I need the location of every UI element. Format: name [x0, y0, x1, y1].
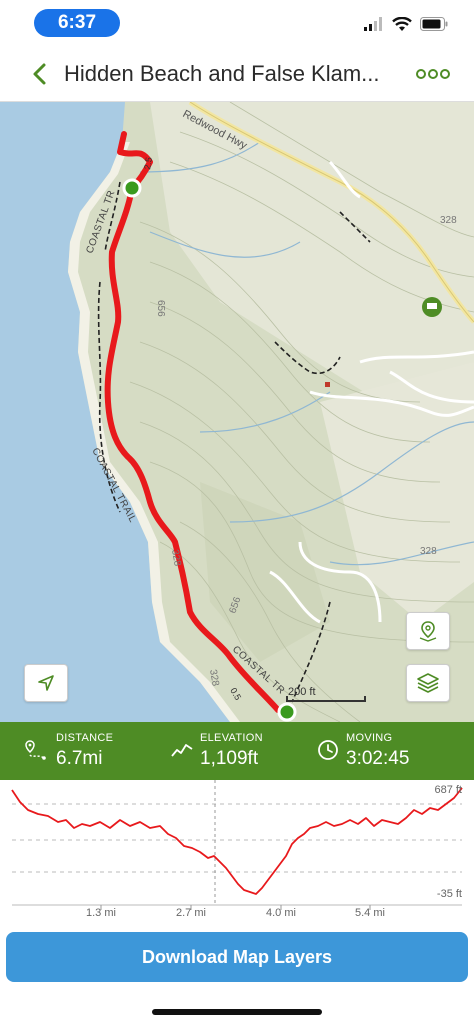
- contour-label: 328: [440, 215, 457, 226]
- page-title: Hidden Beach and False Klam...: [64, 61, 380, 86]
- elevation-min-label: -35 ft: [436, 888, 462, 900]
- elevation-value: 1,109ft: [200, 748, 259, 769]
- stat-elevation: ELEVATION 1,109ft: [160, 722, 310, 780]
- nav-header: Hidden Beach and False Klam...: [0, 46, 474, 102]
- trail-map[interactable]: Redwood Hwy COASTAL TR COASTAL TRAIL COA…: [0, 102, 474, 722]
- x-tick-label: 1.3 mi: [86, 907, 116, 919]
- elevation-label: ELEVATION: [200, 732, 263, 744]
- location-arrow-icon: [38, 675, 54, 691]
- distance-value: 6.7mi: [56, 748, 103, 769]
- map-pin-button[interactable]: [406, 612, 450, 650]
- elevation-chart-svg: [11, 780, 463, 910]
- elevation-icon: [171, 744, 193, 757]
- elevation-max-label: 687 ft: [434, 784, 462, 796]
- moving-value: 3:02:45: [346, 748, 410, 769]
- home-indicator: [152, 1009, 322, 1015]
- mile-marker: 2.5: [142, 156, 154, 170]
- stat-distance: DISTANCE 6.7mi: [0, 722, 160, 780]
- distance-label: DISTANCE: [56, 732, 114, 744]
- status-time: 6:37: [34, 9, 120, 37]
- map-canvas[interactable]: Redwood Hwy COASTAL TR COASTAL TRAIL COA…: [0, 102, 474, 722]
- more-dots-icon: [416, 69, 450, 79]
- cellular-signal-icon: [364, 17, 382, 31]
- elevation-profile[interactable]: 687 ft -35 ft 1.3 mi 2.7 mi 4.0 mi 5.4 m…: [0, 780, 474, 920]
- clock-icon: [318, 740, 338, 760]
- moving-label: MOVING: [346, 732, 393, 744]
- contour-label: 328: [420, 546, 437, 557]
- map-pin-icon: [419, 621, 437, 642]
- x-tick-label: 2.7 mi: [176, 907, 206, 919]
- trail-stats-bar: DISTANCE 6.7mi ELEVATION 1,109ft MOVING …: [0, 722, 474, 780]
- x-tick-label: 5.4 mi: [355, 907, 385, 919]
- battery-icon: [420, 17, 448, 31]
- chevron-left-icon: [33, 63, 46, 85]
- x-tick-label: 4.0 mi: [266, 907, 296, 919]
- stat-moving: MOVING 3:02:45: [310, 722, 474, 780]
- download-map-layers-button[interactable]: Download Map Layers: [6, 932, 468, 982]
- status-icons: [364, 14, 448, 34]
- layers-icon: [417, 673, 439, 693]
- more-options-button[interactable]: [416, 64, 450, 84]
- back-button[interactable]: [26, 60, 54, 88]
- map-layers-button[interactable]: [406, 664, 450, 702]
- map-scale-bar: [286, 696, 366, 702]
- wifi-icon: [392, 16, 412, 31]
- distance-icon: [25, 740, 46, 760]
- status-bar: 6:37: [0, 0, 474, 46]
- my-location-button[interactable]: [24, 664, 68, 702]
- contour-label: 656: [155, 300, 166, 317]
- route-start-marker[interactable]: [277, 702, 297, 722]
- route-end-marker[interactable]: [122, 178, 142, 198]
